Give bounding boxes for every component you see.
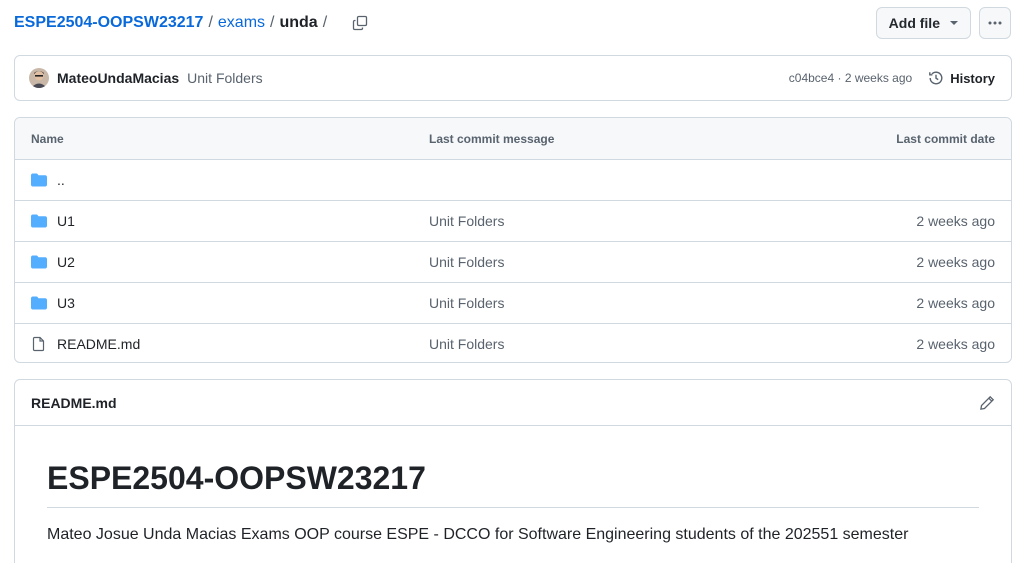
more-options-button[interactable] xyxy=(979,7,1011,39)
file-table: Name Last commit message Last commit dat… xyxy=(14,117,1012,363)
file-name-cell: U3 xyxy=(31,295,429,311)
breadcrumb-current: unda xyxy=(279,14,318,31)
file-name-cell: README.md xyxy=(31,336,429,352)
folder-icon xyxy=(31,254,47,270)
table-row-parent[interactable]: .. xyxy=(15,159,1011,200)
readme-panel: README.md ESPE2504-OOPSW23217 Mateo Josu… xyxy=(14,379,1012,563)
commit-message-cell[interactable]: Unit Folders xyxy=(429,254,815,270)
pencil-icon[interactable] xyxy=(979,395,995,411)
commit-message[interactable]: Unit Folders xyxy=(187,70,262,86)
table-row[interactable]: U2 Unit Folders 2 weeks ago xyxy=(15,241,1011,282)
history-icon xyxy=(929,71,943,85)
breadcrumb-folder-link[interactable]: exams xyxy=(218,14,265,32)
kebab-horizontal-icon xyxy=(988,21,1002,25)
file-name-cell: U1 xyxy=(31,213,429,229)
top-bar: ESPE2504-OOPSW23217 / exams / unda / Add… xyxy=(14,0,1011,46)
commit-meta-group: c04bce4 · 2 weeks ago History xyxy=(789,70,995,86)
commit-message-cell[interactable]: Unit Folders xyxy=(429,213,815,229)
breadcrumb: ESPE2504-OOPSW23217 / exams / unda / xyxy=(14,13,370,33)
header-name: Name xyxy=(31,131,64,146)
table-row[interactable]: README.md Unit Folders 2 weeks ago xyxy=(15,323,1011,362)
history-button[interactable]: History xyxy=(928,70,995,86)
folder-link[interactable]: U2 xyxy=(57,254,75,270)
chevron-down-icon xyxy=(950,21,958,25)
readme-paragraph: Mateo Josue Unda Macias Exams OOP course… xyxy=(47,526,909,543)
folder-icon xyxy=(31,213,47,229)
table-row[interactable]: U3 Unit Folders 2 weeks ago xyxy=(15,282,1011,323)
parent-directory-link[interactable]: .. xyxy=(57,172,65,188)
readme-heading: ESPE2504-OOPSW23217 xyxy=(47,460,979,508)
commit-author[interactable]: MateoUndaMacias xyxy=(57,70,179,86)
file-link[interactable]: README.md xyxy=(57,336,140,352)
commit-date-cell: 2 weeks ago xyxy=(916,213,995,229)
add-file-label: Add file xyxy=(888,15,940,31)
folder-icon xyxy=(31,295,47,311)
copy-icon[interactable] xyxy=(350,13,370,33)
history-label: History xyxy=(950,70,995,86)
breadcrumb-repo-link[interactable]: ESPE2504-OOPSW23217 xyxy=(14,14,203,32)
table-header-row: Name Last commit message Last commit dat… xyxy=(15,118,1011,159)
breadcrumb-separator: / xyxy=(270,14,275,31)
file-name-cell: U2 xyxy=(31,254,429,270)
commit-date-cell: 2 weeks ago xyxy=(916,336,995,352)
commit-date-cell: 2 weeks ago xyxy=(916,254,995,270)
folder-link[interactable]: U1 xyxy=(57,213,75,229)
file-name-cell: .. xyxy=(31,172,429,188)
breadcrumb-separator: / xyxy=(322,14,328,31)
breadcrumb-separator: / xyxy=(208,14,213,31)
folder-link[interactable]: U3 xyxy=(57,295,75,311)
header-last-commit-date: Last commit date xyxy=(896,131,995,146)
header-last-commit-message: Last commit message xyxy=(429,131,555,146)
readme-header: README.md xyxy=(15,380,1011,426)
commit-date-cell: 2 weeks ago xyxy=(916,295,995,311)
folder-icon xyxy=(31,172,47,188)
commit-message-cell[interactable]: Unit Folders xyxy=(429,295,815,311)
table-row[interactable]: U1 Unit Folders 2 weeks ago xyxy=(15,200,1011,241)
commit-message-cell[interactable]: Unit Folders xyxy=(429,336,815,352)
commit-sha-time[interactable]: c04bce4 · 2 weeks ago xyxy=(789,71,912,85)
add-file-button[interactable]: Add file xyxy=(875,7,971,39)
avatar[interactable] xyxy=(29,68,49,88)
readme-file-label[interactable]: README.md xyxy=(31,395,117,411)
readme-content: ESPE2504-OOPSW23217 Mateo Josue Unda Mac… xyxy=(15,426,1011,544)
file-icon xyxy=(31,336,47,352)
top-actions: Add file xyxy=(875,7,1011,39)
latest-commit-bar: MateoUndaMacias Unit Folders c04bce4 · 2… xyxy=(14,55,1012,101)
